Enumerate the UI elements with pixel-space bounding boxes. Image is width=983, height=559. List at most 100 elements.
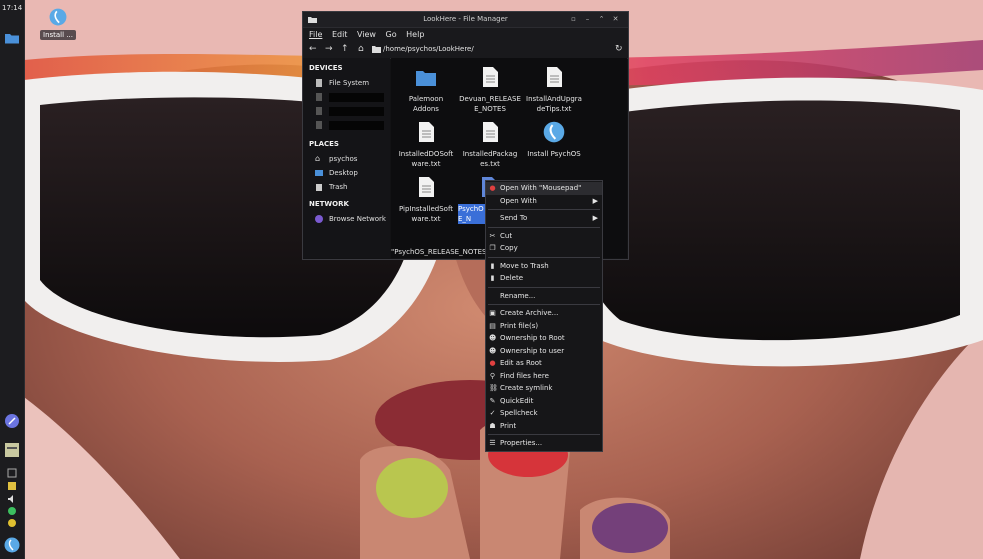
submenu-arrow-icon: ▶ [592, 196, 598, 205]
file-label: PipInstalledSoft ware.txt [398, 205, 454, 223]
menu-separator [488, 304, 600, 305]
terminal-icon[interactable] [4, 442, 20, 458]
file-item[interactable]: Install PsychOS [522, 121, 586, 159]
mousepad-icon: ● [489, 184, 496, 192]
sidebar-item-file-system[interactable]: File System [303, 76, 390, 90]
copy-icon: ❐ [489, 244, 496, 252]
home-icon: ⌂ [315, 154, 321, 163]
install-psychos-icon [49, 8, 67, 26]
menu-item-spellcheck[interactable]: ✓ Spellcheck [486, 407, 602, 420]
menu-item-delete[interactable]: ▮ Delete [486, 272, 602, 285]
menu-item-create-archive[interactable]: ▣ Create Archive... [486, 307, 602, 320]
file-item[interactable]: Devuan_RELEASE E_NOTES [458, 66, 522, 114]
desktop-install-shortcut[interactable]: Install ... [38, 8, 78, 40]
file-item[interactable]: InstalledDOSoft ware.txt [394, 121, 458, 169]
menu-item-properties[interactable]: ☰ Properties... [486, 437, 602, 450]
menu-separator [488, 286, 600, 288]
sidebar-item-trash[interactable]: Trash [303, 180, 390, 194]
text-file-icon [547, 67, 562, 87]
menu-item-find-files[interactable]: ⚲ Find files here [486, 370, 602, 383]
menu-file[interactable]: File [309, 28, 322, 41]
sidebar-item-desktop[interactable]: Desktop [303, 166, 390, 180]
menu-item-label: Edit as Root [500, 359, 542, 367]
compass-icon[interactable] [4, 413, 20, 429]
menu-item-copy[interactable]: ❐ Copy [486, 242, 602, 255]
menu-item-create-symlink[interactable]: ⛓ Create symlink [486, 382, 602, 395]
location-path-field[interactable]: /home/psychos/LookHere/ [383, 43, 608, 55]
file-item-selected[interactable]: PsychO E_N [458, 176, 497, 224]
text-file-icon [483, 67, 498, 87]
file-item[interactable]: InstalledPackag es.txt [458, 121, 522, 169]
menu-bar: File Edit View Go Help [303, 28, 628, 41]
menu-item-cut[interactable]: ✂ Cut [486, 230, 602, 243]
reload-icon[interactable]: ↻ [615, 44, 623, 54]
menu-item-label: Open With [500, 196, 537, 205]
update-tray-icon[interactable] [7, 506, 17, 516]
menu-launcher-icon[interactable] [4, 537, 20, 553]
window-titlebar[interactable]: LookHere - File Manager ▫ – ⌃ ✕ [303, 12, 628, 28]
menu-item-label: Find files here [500, 371, 549, 380]
menu-help[interactable]: Help [406, 28, 424, 41]
menu-item-label: Delete [500, 274, 523, 282]
sidebar-item-browse-network[interactable]: Browse Network [303, 212, 390, 226]
minimize-button[interactable]: – [583, 15, 592, 24]
menu-item-ownership-user[interactable]: ☻ Ownership to user [486, 345, 602, 358]
sidebar-item-drive-2[interactable] [303, 104, 390, 118]
notes-tray-icon[interactable] [7, 481, 17, 491]
menu-item-edit-as-root[interactable]: ● Edit as Root [486, 357, 602, 370]
file-context-menu: ● Open With "Mousepad" Open With ▶ Send … [485, 180, 603, 452]
menu-item-send-to[interactable]: Send To ▶ [486, 212, 602, 225]
location-toolbar: ← → ↑ ⌂ /home/psychos/LookHere/ ↻ [303, 41, 628, 59]
folder-icon [372, 46, 381, 53]
network-tray-icon[interactable] [7, 468, 17, 478]
sidebar-item-drive-3[interactable] [303, 118, 390, 132]
back-arrow-icon[interactable]: ← [309, 44, 317, 54]
menu-edit[interactable]: Edit [332, 28, 348, 41]
maximize-button[interactable]: ⌃ [597, 15, 606, 24]
menu-view[interactable]: View [357, 28, 376, 41]
file-item[interactable]: PipInstalledSoft ware.txt [394, 176, 458, 224]
sidebar-item-label: File System [329, 79, 370, 87]
menu-separator [488, 434, 600, 435]
volume-tray-icon[interactable] [7, 494, 17, 504]
menu-item-print-files[interactable]: ▤ Print file(s) [486, 320, 602, 333]
forward-arrow-icon[interactable]: → [325, 44, 333, 54]
menu-separator [488, 209, 600, 210]
clock: 17:14 [2, 4, 23, 12]
redacted-drive-label [329, 93, 384, 102]
sidebar-item-psychos[interactable]: ⌂ psychos [303, 152, 390, 166]
print-icon: ☗ [489, 421, 496, 430]
drive-icon [316, 93, 322, 101]
menu-item-move-to-trash[interactable]: ▮ Move to Trash [486, 260, 602, 273]
menu-go[interactable]: Go [386, 28, 397, 41]
file-label: Devuan_RELEASE E_NOTES [459, 95, 521, 113]
menu-item-open-with[interactable]: Open With ▶ [486, 195, 602, 208]
power-tray-icon[interactable] [7, 518, 17, 528]
file-item[interactable]: InstallAndUpgra deTips.txt [522, 66, 586, 114]
close-button[interactable]: ✕ [611, 15, 620, 24]
file-label: Install PsychOS [527, 150, 581, 158]
search-icon: ⚲ [489, 371, 496, 380]
menu-item-quickedit[interactable]: ✎ QuickEdit [486, 395, 602, 408]
folder-icon[interactable] [4, 30, 20, 46]
window-title: LookHere - File Manager [423, 15, 508, 23]
text-file-icon [419, 177, 434, 197]
up-arrow-icon[interactable]: ↑ [341, 44, 349, 54]
window-menu-button[interactable]: ▫ [569, 15, 578, 24]
menu-item-ownership-root[interactable]: ☻ Ownership to Root [486, 332, 602, 345]
printer-icon: ▤ [489, 321, 496, 330]
side-panel: 17:14 [0, 0, 25, 559]
menu-item-open-with-mousepad[interactable]: ● Open With "Mousepad" [486, 182, 602, 195]
submenu-arrow-icon: ▶ [592, 214, 598, 222]
scissors-icon: ✂ [489, 231, 496, 240]
trash-icon: ▮ [490, 261, 495, 270]
menu-item-print[interactable]: ☗ Print [486, 420, 602, 433]
menu-item-rename[interactable]: Rename... [486, 290, 602, 303]
file-item[interactable]: Palemoon Addons [394, 66, 458, 114]
home-icon[interactable]: ⌂ [358, 44, 364, 54]
desktop-icon [315, 170, 323, 176]
quickedit-icon: ✎ [489, 396, 496, 405]
properties-icon: ☰ [489, 439, 496, 447]
folder-icon [416, 71, 436, 86]
sidebar-item-drive-1[interactable] [303, 90, 390, 104]
